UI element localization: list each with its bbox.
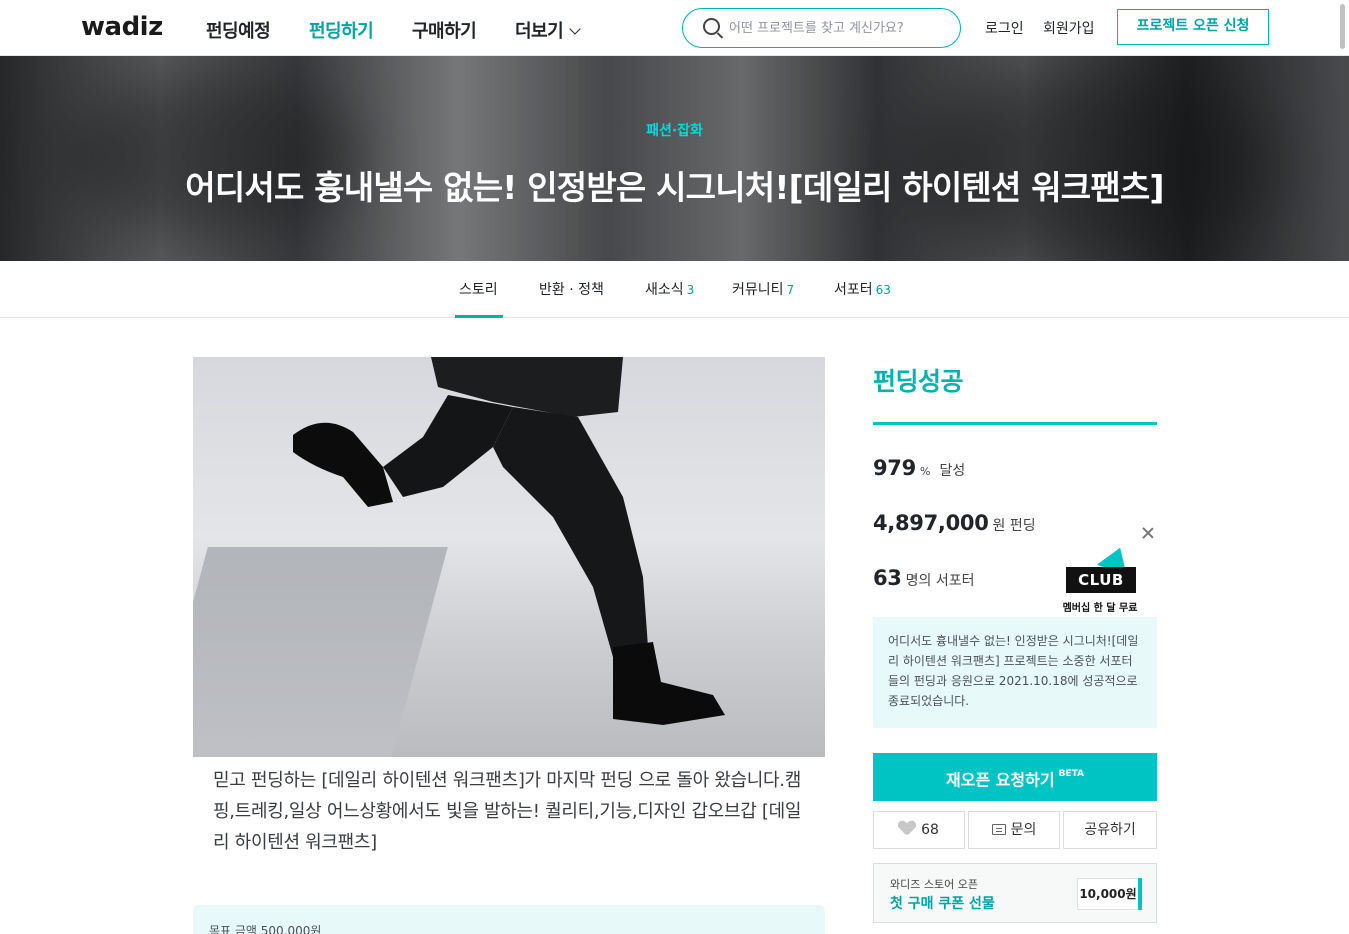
hero-banner: 패션·잡화 어디서도 흉내낼수 없는! 인정받은 시그니처![데일리 하이텐션 … bbox=[0, 56, 1349, 261]
funding-end-notice: 어디서도 흉내낼수 없는! 인정받은 시그니처![데일리 하이텐션 워크팬츠] … bbox=[873, 617, 1157, 728]
like-button[interactable]: 68 bbox=[873, 811, 965, 849]
beta-label: BETA bbox=[1058, 769, 1085, 779]
store-coupon-banner[interactable]: 와디즈 스토어 오픈 첫 구매 쿠폰 선물 10,000원 bbox=[873, 863, 1157, 923]
supporter-count: 63 명의 서포터 bbox=[873, 566, 974, 590]
nav-upcoming[interactable]: 펀딩예정 bbox=[206, 17, 271, 43]
heart-icon bbox=[899, 821, 915, 835]
product-illustration bbox=[293, 357, 725, 725]
nav-funding[interactable]: 펀딩하기 bbox=[309, 17, 374, 43]
signup-link[interactable]: 회원가입 bbox=[1043, 18, 1095, 38]
rate-value: 979 bbox=[873, 456, 916, 480]
coupon-ticket: 10,000원 bbox=[1077, 878, 1142, 910]
tab-count: 63 bbox=[875, 283, 891, 297]
tab-label: 반환 · 정책 bbox=[539, 282, 604, 298]
tab-policy[interactable]: 반환 · 정책 bbox=[539, 279, 604, 299]
funded-amount: 4,897,000 원 펀딩 bbox=[873, 511, 1036, 535]
scrollbar-thumb[interactable] bbox=[1340, 4, 1345, 49]
hero-overlay bbox=[0, 56, 1349, 261]
like-count: 68 bbox=[921, 822, 939, 838]
tab-count: 3 bbox=[686, 283, 695, 297]
goal-amount-box: 목표 금액 500,000원 bbox=[193, 905, 825, 934]
supporters-value: 63 bbox=[873, 566, 902, 590]
project-tabs: 스토리 반환 · 정책 새소식 3 커뮤니티 7 서포터 63 bbox=[0, 261, 1349, 318]
chevron-down-icon bbox=[569, 23, 581, 35]
club-badge: CLUB bbox=[1066, 567, 1136, 593]
supporters-unit: 명의 서포터 bbox=[905, 573, 975, 589]
achievement-rate: 979% 달성 bbox=[873, 456, 965, 480]
funding-status: 펀딩성공 bbox=[873, 367, 964, 396]
chat-icon bbox=[991, 824, 1006, 835]
site-header: wadiz 펀딩예정 펀딩하기 구매하기 더보기 로그인 회원가입 프로젝트 오… bbox=[0, 0, 1349, 56]
inquiry-button[interactable]: 문의 bbox=[968, 811, 1060, 849]
goal-amount-text: 목표 금액 500,000원 bbox=[209, 924, 322, 934]
club-subtext: 멤버십 한 달 무료 bbox=[1062, 603, 1138, 614]
active-tab-indicator bbox=[455, 315, 503, 318]
club-membership-banner[interactable]: CLUB 멤버십 한 달 무료 bbox=[1058, 542, 1142, 617]
inquiry-label: 문의 bbox=[1010, 822, 1037, 838]
search-icon[interactable] bbox=[703, 18, 720, 35]
login-link[interactable]: 로그인 bbox=[985, 18, 1024, 38]
coupon-line1: 와디즈 스토어 오픈 bbox=[890, 878, 978, 891]
tab-label: 커뮤니티 bbox=[732, 282, 784, 298]
search-box[interactable] bbox=[682, 8, 961, 48]
rate-suffix: 달성 bbox=[939, 463, 966, 479]
project-title: 어디서도 흉내낼수 없는! 인정받은 시그니처![데일리 하이텐션 워크팬츠] bbox=[185, 168, 1164, 207]
search-input[interactable] bbox=[729, 18, 949, 38]
close-icon[interactable] bbox=[1141, 526, 1155, 540]
tab-story[interactable]: 스토리 bbox=[459, 279, 498, 299]
coupon-line2: 첫 구매 쿠폰 선물 bbox=[890, 896, 995, 912]
amount-unit: 원 펀딩 bbox=[992, 518, 1036, 534]
reopen-request-button[interactable]: 재오픈 요청하기 BETA bbox=[873, 753, 1157, 801]
project-category[interactable]: 패션·잡화 bbox=[0, 120, 1349, 140]
tab-supporters[interactable]: 서포터 63 bbox=[834, 279, 891, 299]
open-project-button[interactable]: 프로젝트 오픈 신청 bbox=[1117, 9, 1269, 45]
share-button[interactable]: 공유하기 bbox=[1063, 811, 1157, 849]
status-divider bbox=[873, 422, 1157, 425]
amount-value: 4,897,000 bbox=[873, 511, 989, 535]
nav-more-label: 더보기 bbox=[515, 21, 564, 42]
tab-news[interactable]: 새소식 3 bbox=[645, 279, 694, 299]
share-label: 공유하기 bbox=[1084, 822, 1136, 838]
tab-label: 서포터 bbox=[834, 282, 873, 298]
nav-store[interactable]: 구매하기 bbox=[412, 17, 477, 43]
reopen-label: 재오픈 요청하기 bbox=[945, 770, 1055, 790]
project-main-image[interactable] bbox=[193, 357, 825, 757]
tab-count: 7 bbox=[786, 283, 795, 297]
wadiz-logo[interactable]: wadiz bbox=[81, 12, 163, 42]
rate-unit: % bbox=[919, 465, 931, 478]
tab-community[interactable]: 커뮤니티 7 bbox=[732, 279, 794, 299]
nav-more[interactable]: 더보기 bbox=[515, 17, 581, 43]
project-description: 믿고 펀딩하는 [데일리 하이텐션 워크팬츠]가 마지막 펀딩 으로 돌아 왔습… bbox=[213, 770, 802, 853]
tab-label: 새소식 bbox=[645, 282, 684, 298]
tab-label: 스토리 bbox=[459, 282, 498, 298]
